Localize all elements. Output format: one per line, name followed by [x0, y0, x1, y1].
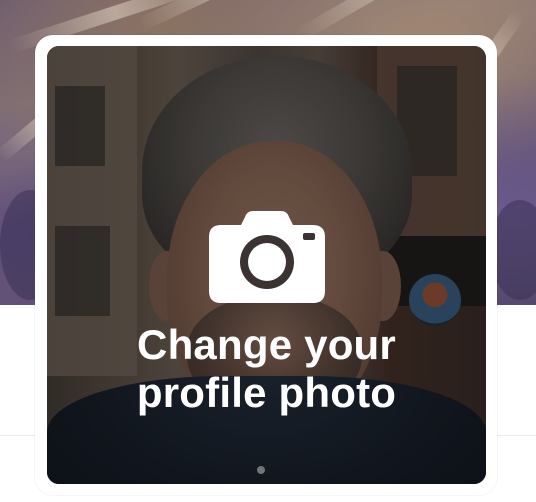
camera-icon[interactable] — [209, 211, 325, 303]
change-profile-photo-label[interactable]: Change your profile photo — [47, 321, 486, 417]
profile-page: Change your profile photo — [0, 0, 536, 502]
banner-texture — [137, 0, 325, 32]
change-photo-line-1: Change your — [137, 321, 396, 368]
change-photo-line-2: profile photo — [136, 369, 397, 416]
